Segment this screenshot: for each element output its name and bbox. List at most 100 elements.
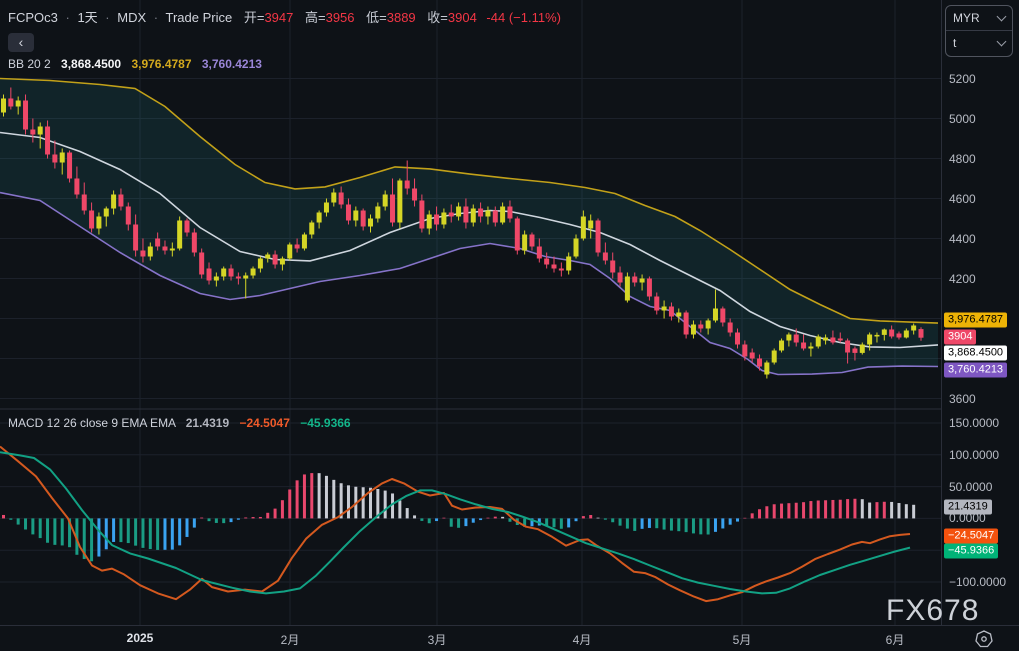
candle: [889, 329, 895, 337]
bb-fill: [0, 78, 938, 375]
candle: [96, 216, 102, 229]
time-axis[interactable]: 2025 2月 3月 4月 5月 6月: [0, 625, 1019, 651]
macd-hist-label: 21.4319: [944, 499, 992, 515]
candle: [771, 350, 777, 363]
candle: [566, 256, 572, 271]
candle: [228, 268, 234, 277]
candle: [551, 264, 557, 269]
candle: [514, 218, 520, 251]
candle: [463, 206, 469, 223]
candle: [683, 312, 689, 335]
candle: [118, 194, 124, 207]
price-axis[interactable]: 5200 5000 4800 4600 4400 4200 3600 150.0000 100.…: [941, 0, 1019, 625]
bb-upper-value: 3,976.4787: [131, 57, 192, 71]
chevron-left-icon: ‹: [18, 34, 24, 50]
candle: [191, 232, 197, 253]
candle: [265, 254, 271, 259]
macd-legend-title: MACD 12 26 close 9 EMA EMA: [8, 416, 176, 430]
candle: [316, 212, 322, 223]
bb-lower-value: 3,760.4213: [201, 57, 262, 71]
price-tick: 5200: [949, 71, 976, 86]
candle: [646, 278, 652, 297]
back-button[interactable]: ‹: [8, 33, 34, 52]
symbol-name[interactable]: FCPOc3: [8, 10, 58, 25]
candle: [580, 216, 586, 239]
candle: [382, 194, 388, 207]
candle: [331, 192, 337, 203]
macd-hist-value: 21.4319: [185, 416, 230, 430]
price-tick: 4400: [949, 231, 976, 246]
candle: [287, 244, 293, 259]
unit-value: t: [953, 36, 957, 50]
candle: [353, 210, 359, 221]
candle: [294, 244, 300, 249]
bb-basis-label: 3,868.4500: [944, 345, 1008, 361]
candle: [823, 337, 829, 341]
candle: [478, 208, 484, 217]
macd-indicator-legend[interactable]: MACD 12 26 close 9 EMA EMA 21.4319 −24.5…: [8, 416, 351, 430]
candle: [727, 322, 733, 333]
candle: [213, 276, 219, 281]
candle: [668, 306, 674, 317]
currency-dropdown[interactable]: MYR: [946, 6, 1012, 30]
close-value: 3904: [447, 10, 477, 25]
open-label: 开=: [243, 10, 265, 25]
high-label: 高=: [305, 10, 326, 25]
candle: [8, 98, 14, 107]
candle: [419, 200, 425, 229]
candle: [74, 178, 80, 195]
bb-indicator-legend[interactable]: BB 20 2 3,868.4500 3,976.4787 3,760.4213: [8, 57, 262, 71]
time-axis-label: 2025: [126, 631, 154, 645]
candle: [81, 194, 87, 211]
candle: [485, 210, 491, 217]
candle: [184, 220, 190, 233]
candle: [243, 275, 249, 279]
chart-area[interactable]: [0, 0, 941, 625]
macd-line-value: −24.5047: [239, 416, 290, 430]
close-label: 收=: [427, 10, 448, 25]
candle: [426, 214, 432, 229]
candle: [852, 348, 858, 353]
candle: [793, 334, 799, 343]
candle: [617, 272, 623, 283]
candle: [140, 250, 146, 257]
unit-dropdown[interactable]: t: [946, 30, 1012, 55]
candle: [522, 234, 528, 251]
candle: [720, 308, 726, 323]
separator-dot: ·: [153, 10, 159, 25]
candle: [434, 214, 440, 225]
candle: [837, 338, 843, 341]
candle: [404, 180, 410, 189]
candle: [749, 352, 755, 359]
candle: [573, 238, 579, 257]
price-tick: 4600: [949, 191, 976, 206]
candle: [896, 333, 902, 338]
axis-settings-icon[interactable]: [973, 629, 995, 649]
interval-value[interactable]: 1天: [77, 10, 97, 25]
candle: [808, 346, 814, 349]
exchange-name: MDX: [117, 10, 147, 25]
candle: [125, 206, 131, 225]
candle: [874, 334, 880, 337]
candle: [360, 210, 366, 227]
candle: [199, 252, 205, 275]
price-tick: 4200: [949, 271, 976, 286]
candle: [632, 276, 638, 283]
candle: [1, 98, 6, 113]
chevron-down-icon: [996, 36, 1007, 47]
candle: [23, 100, 29, 130]
candle: [456, 206, 462, 217]
candle: [15, 100, 21, 107]
candle: [250, 268, 256, 276]
currency-value: MYR: [953, 11, 980, 25]
bb-upper-label: 3,976.4787: [944, 312, 1008, 328]
candle: [544, 258, 550, 265]
candle: [309, 222, 315, 235]
candle: [815, 336, 821, 347]
candle: [103, 208, 109, 217]
candle: [735, 332, 740, 345]
macd-tick: 100.0000: [949, 447, 1000, 462]
candle: [624, 276, 630, 301]
main-chart[interactable]: [0, 0, 941, 625]
candle: [338, 192, 344, 205]
